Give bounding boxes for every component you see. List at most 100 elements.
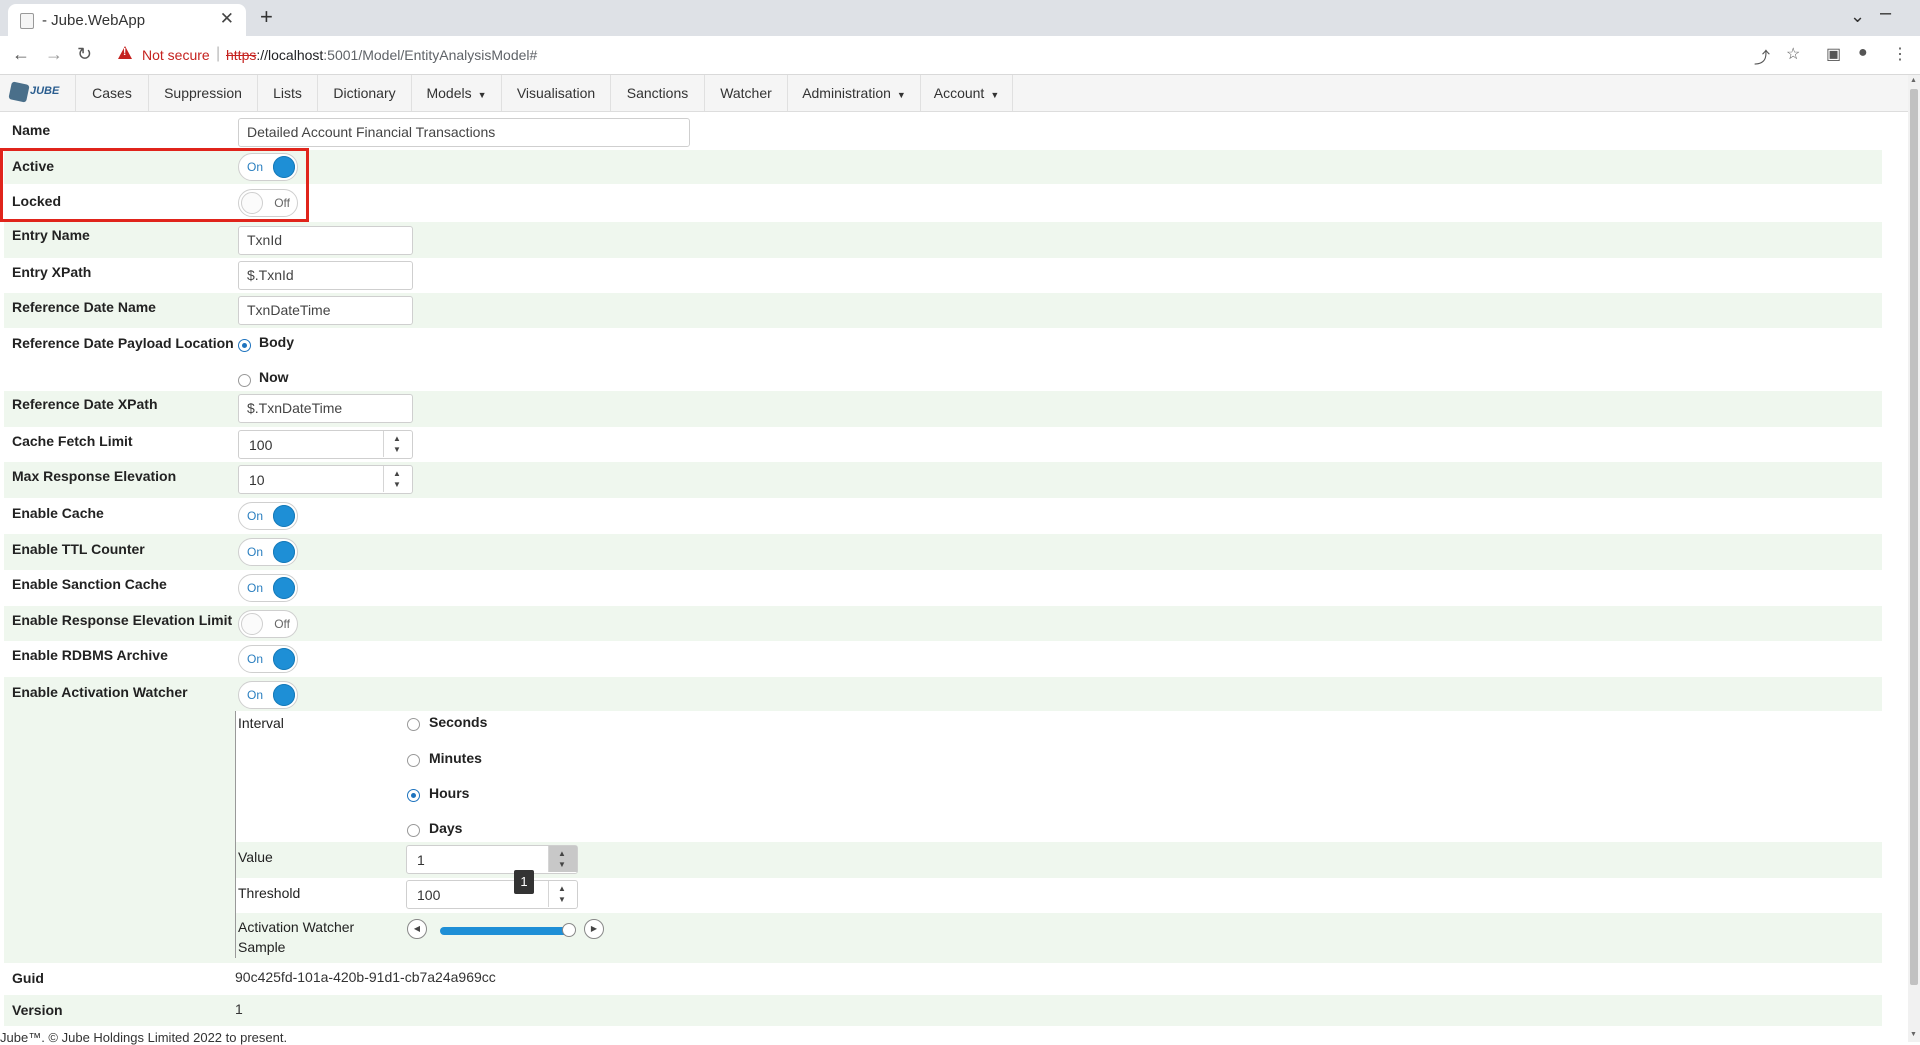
row-ref-date-location: Reference Date Payload Location Body Now [4, 328, 1882, 391]
page-favicon-icon [20, 13, 34, 29]
nav-account[interactable]: Account ▼ [920, 75, 1013, 111]
close-tab-icon[interactable]: ✕ [220, 9, 234, 29]
enable-resp-elev-limit-toggle[interactable]: Off [238, 610, 298, 638]
enable-ttl-toggle[interactable]: On [238, 538, 298, 566]
caret-down-icon: ▼ [477, 90, 487, 100]
nav-suppression[interactable]: Suppression [148, 75, 257, 111]
value-input[interactable]: 1 ▲ ▼ [406, 845, 578, 874]
slider-left-icon[interactable]: ◀ [407, 919, 427, 939]
ref-date-name-input[interactable]: TxnDateTime [238, 296, 413, 325]
nav-cases[interactable]: Cases [75, 75, 148, 111]
cache-fetch-limit-input[interactable]: 100 ▲ ▼ [238, 430, 413, 459]
sample-slider-thumb[interactable] [562, 923, 576, 937]
spin-down-icon[interactable]: ▼ [558, 860, 566, 869]
radio-hours[interactable] [407, 789, 420, 802]
enable-sanction-label: Enable Sanction Cache [12, 576, 167, 592]
jube-logo[interactable]: JUBE [8, 81, 60, 103]
enable-cache-toggle[interactable]: On [238, 502, 298, 530]
nav-sanctions[interactable]: Sanctions [610, 75, 704, 111]
slider-right-icon[interactable]: ▶ [584, 919, 604, 939]
spin-down-icon[interactable]: ▼ [393, 445, 401, 454]
nav-watcher-label: Watcher [720, 85, 772, 101]
page-scrollbar[interactable]: ▲ ▼ [1908, 75, 1920, 1042]
spinner-arrows[interactable]: ▲ ▼ [383, 431, 412, 457]
nav-visualisation[interactable]: Visualisation [501, 75, 610, 111]
name-input[interactable]: Detailed Account Financial Transactions [238, 118, 690, 147]
spin-up-icon[interactable]: ▲ [393, 469, 401, 478]
scrollbar-thumb[interactable] [1910, 89, 1918, 985]
sample-label-line1: Activation Watcher [238, 919, 355, 935]
browser-tab-bar: - Jube.WebApp ✕ + ⌄ – [0, 0, 1920, 36]
entry-xpath-input[interactable]: $.TxnId [238, 261, 413, 290]
scroll-up-icon[interactable]: ▲ [1910, 77, 1917, 84]
sample-label-line2: Sample [238, 939, 286, 955]
nav-watcher[interactable]: Watcher [704, 75, 787, 111]
browser-menu-icon[interactable]: ⋮ [1892, 44, 1908, 64]
radio-now[interactable] [238, 374, 251, 387]
browser-tab[interactable]: - Jube.WebApp ✕ [8, 4, 246, 36]
app-navbar: JUBE Cases Suppression Lists Dictionary … [0, 75, 1908, 112]
spinner-arrows[interactable]: ▲ ▼ [383, 466, 412, 492]
side-panel-icon[interactable]: ▣ [1826, 44, 1841, 64]
value-value: 1 [417, 852, 425, 868]
back-arrow-icon[interactable]: ← [12, 44, 30, 65]
row-cache-fetch-limit: Cache Fetch Limit 100 ▲ ▼ [4, 427, 1882, 462]
toggle-knob [241, 613, 263, 635]
spinner-arrows[interactable]: ▲ ▼ [548, 846, 577, 872]
spin-down-icon[interactable]: ▼ [558, 895, 566, 904]
url-scheme: https [226, 47, 257, 63]
enable-watcher-label: Enable Activation Watcher [12, 684, 188, 700]
window-control-icon[interactable]: – [1880, 2, 1891, 25]
browser-tab-title: - Jube.WebApp [42, 12, 146, 29]
toggle-knob [273, 577, 295, 599]
ref-date-xpath-input[interactable]: $.TxnDateTime [238, 394, 413, 423]
logo-text: JUBE [30, 85, 60, 97]
enable-rdbms-label: Enable RDBMS Archive [12, 647, 168, 663]
not-secure-label: Not secure [142, 47, 210, 63]
radio-days[interactable] [407, 824, 420, 837]
bookmark-star-icon[interactable]: ☆ [1786, 44, 1800, 64]
max-resp-elev-input[interactable]: 10 ▲ ▼ [238, 465, 413, 494]
url-text: https://localhost:5001/Model/EntityAnaly… [226, 47, 537, 63]
enable-sanction-toggle[interactable]: On [238, 574, 298, 602]
sample-slider-track[interactable] [440, 927, 572, 935]
ref-date-name-label: Reference Date Name [12, 299, 156, 315]
enable-ttl-state: On [247, 545, 264, 559]
spin-up-icon[interactable]: ▲ [558, 884, 566, 893]
enable-cache-label: Enable Cache [12, 505, 104, 521]
interval-panel [236, 711, 1882, 842]
profile-avatar-icon[interactable]: ● [1858, 44, 1868, 62]
entry-name-label: Entry Name [12, 227, 90, 243]
nav-suppression-label: Suppression [164, 85, 242, 101]
radio-body[interactable] [238, 339, 251, 352]
reload-icon[interactable]: ↻ [77, 44, 92, 65]
forward-arrow-icon[interactable]: → [45, 44, 63, 65]
nav-administration[interactable]: Administration ▼ [787, 75, 920, 111]
enable-watcher-toggle[interactable]: On [238, 681, 298, 709]
scroll-down-icon[interactable]: ▼ [1910, 1031, 1917, 1038]
share-icon[interactable]: ⤴ [1754, 44, 1770, 68]
radio-days-label: Days [429, 820, 463, 836]
guid-label: Guid [12, 970, 44, 986]
threshold-input[interactable]: 100 ▲ ▼ [406, 880, 578, 909]
enable-resp-elev-limit-label: Enable Response Elevation Limit [12, 612, 233, 628]
nav-dictionary[interactable]: Dictionary [317, 75, 411, 111]
radio-now-label: Now [259, 369, 289, 385]
enable-sanction-state: On [247, 581, 264, 595]
tab-search-chevron-icon[interactable]: ⌄ [1850, 6, 1865, 27]
nav-models[interactable]: Models ▼ [411, 75, 501, 111]
url-omnibox[interactable]: Not secure | https://localhost:5001/Mode… [108, 41, 1788, 69]
spin-up-icon[interactable]: ▲ [393, 434, 401, 443]
enable-rdbms-toggle[interactable]: On [238, 645, 298, 673]
spinner-arrows[interactable]: ▲ ▼ [548, 881, 577, 907]
row-entry-name: Entry Name TxnId [4, 222, 1882, 258]
radio-seconds[interactable] [407, 718, 420, 731]
spin-up-icon[interactable]: ▲ [558, 849, 566, 858]
nav-lists[interactable]: Lists [257, 75, 317, 111]
nav-visualisation-label: Visualisation [516, 85, 596, 101]
radio-minutes[interactable] [407, 754, 420, 767]
new-tab-icon[interactable]: + [260, 4, 273, 30]
spin-down-icon[interactable]: ▼ [393, 480, 401, 489]
entry-name-input[interactable]: TxnId [238, 226, 413, 255]
nav-lists-label: Lists [273, 85, 302, 101]
